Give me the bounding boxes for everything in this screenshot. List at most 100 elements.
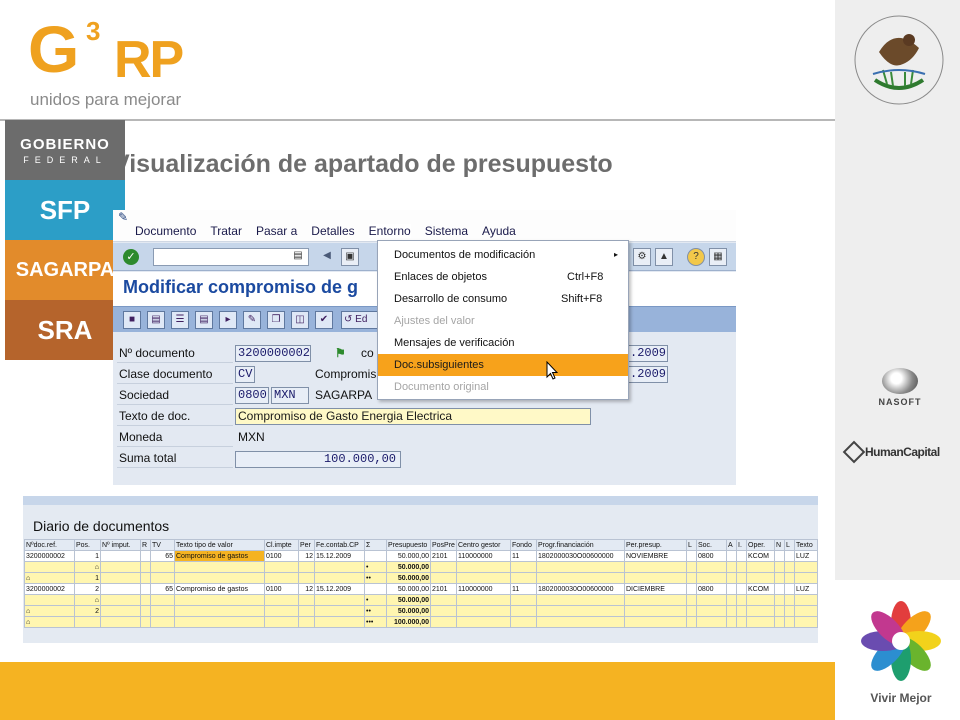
journal-subtotal-row[interactable]: ⌂ 2 •• 50.000,00 — [24, 605, 818, 617]
journal-header-cell[interactable]: Nº imput. — [100, 539, 141, 551]
journal-cell — [430, 605, 457, 617]
menu-documento[interactable]: Documento — [135, 224, 196, 238]
journal-header-cell[interactable]: Centro gestor — [456, 539, 511, 551]
journal-cell: KCOM — [746, 583, 775, 595]
menu-pasar-a[interactable]: Pasar a — [256, 224, 297, 238]
save-icon[interactable]: ▣ — [341, 248, 359, 266]
journal-header-cell[interactable]: Σ — [364, 539, 387, 551]
options-icon[interactable]: ▦ — [709, 248, 727, 266]
duplicate-icon[interactable]: ◫ — [291, 311, 309, 329]
menu-item-desarrollo-consumo[interactable]: Desarrollo de consumo Shift+F8 — [378, 288, 628, 310]
journal-header-cell[interactable]: Oper. — [746, 539, 775, 551]
sap-app-icon[interactable]: ✎ — [118, 210, 128, 224]
journal-cell — [726, 550, 737, 562]
check-doc-icon[interactable]: ✔ — [315, 311, 333, 329]
journal-data-row[interactable]: 3200000002 1 65 Compromiso de gastos 0100 12 1… — [24, 550, 818, 562]
menu-item-mensajes-verificacion[interactable]: Mensajes de verificación — [378, 332, 628, 354]
journal-header-cell[interactable]: R — [140, 539, 151, 551]
menu-detalles[interactable]: Detalles — [311, 224, 354, 238]
journal-header-cell[interactable]: Nºdoc.ref. — [24, 539, 75, 551]
edit-button[interactable]: ↺ Ed — [341, 311, 381, 329]
journal-header-cell[interactable]: Per.presup. — [624, 539, 687, 551]
journal-subtotal-row[interactable]: ⌂ 1 •• 50.000,00 — [24, 572, 818, 584]
journal-header-cell[interactable]: N — [774, 539, 785, 551]
journal-cell — [774, 572, 785, 584]
total-field: 100.000,00 — [235, 451, 401, 468]
doc-number-field[interactable]: 3200000002 — [235, 345, 311, 362]
list-icon[interactable]: ☰ — [171, 311, 189, 329]
menu-item-documentos-modificacion[interactable]: Documentos de modificación ▸ — [378, 244, 628, 266]
menu-item-doc-subsiguientes[interactable]: Doc.subsiguientes — [378, 354, 628, 376]
journal-header-cell[interactable]: A — [726, 539, 737, 551]
journal-cell — [536, 605, 625, 617]
journal-cell — [784, 605, 795, 617]
journal-cell: 1802000030O00600000 — [536, 550, 625, 562]
doc-class-field[interactable]: CV — [235, 366, 255, 383]
journal-cell: ⌂ — [74, 594, 101, 606]
menu-entorno[interactable]: Entorno — [368, 224, 411, 238]
sagarpa-band: SAGARPA — [5, 240, 125, 300]
window-icon[interactable]: ▲ — [655, 248, 673, 266]
journal-data-row[interactable]: 3200000002 2 65 Compromiso de gastos 0100 12 1… — [24, 583, 818, 595]
humancapital-logo: HumanCapital — [842, 440, 958, 464]
copy-icon[interactable]: ❐ — [267, 311, 285, 329]
enter-check-icon[interactable]: ✓ — [123, 249, 139, 265]
menu-sistema[interactable]: Sistema — [425, 224, 468, 238]
journal-cell — [456, 605, 511, 617]
journal-subtotal-row[interactable]: ⌂ • 50.000,00 — [24, 561, 818, 573]
journal-header-cell[interactable]: Fondo — [510, 539, 537, 551]
folder-icon[interactable]: ▸ — [219, 311, 237, 329]
journal-header-cell[interactable]: Fe.contab.CP — [314, 539, 365, 551]
layout-icon[interactable]: ⚙ — [633, 248, 651, 266]
journal-subtotal-row[interactable]: ⌂ ••• 100.000,00 — [24, 616, 818, 628]
journal-cell — [624, 594, 687, 606]
journal-header-cell[interactable]: L — [686, 539, 697, 551]
date-field-2[interactable]: .2009 — [627, 366, 668, 383]
journal-cell — [24, 561, 75, 573]
journal-cell — [746, 594, 775, 606]
journal-cell: DICIEMBRE — [624, 583, 687, 595]
journal-cell — [74, 616, 101, 628]
company-field[interactable]: 0800 — [235, 387, 269, 404]
journal-cell — [150, 572, 175, 584]
journal-header-cell[interactable]: Texto tipo de valor — [174, 539, 265, 551]
menu-tratar[interactable]: Tratar — [210, 224, 242, 238]
menu-ayuda[interactable]: Ayuda — [482, 224, 516, 238]
journal-cell: 0800 — [696, 550, 727, 562]
journal-subtotal-row[interactable]: ⌂ • 50.000,00 — [24, 594, 818, 606]
command-history-icon[interactable]: ▤ — [291, 248, 305, 266]
journal-header-cell[interactable]: Soc. — [696, 539, 727, 551]
journal-header-cell[interactable]: L — [784, 539, 795, 551]
journal-cell: 0100 — [264, 583, 299, 595]
journal-header-cell[interactable]: Presupuesto — [386, 539, 431, 551]
command-field[interactable] — [153, 248, 309, 266]
doc-text-field[interactable]: Compromiso de Gasto Energia Electrica — [235, 408, 591, 425]
journal-header-cell[interactable]: Pos. — [74, 539, 101, 551]
journal-cell — [140, 583, 151, 595]
journal-header-cell[interactable]: Texto — [794, 539, 818, 551]
edit-icon[interactable]: ✎ — [243, 311, 261, 329]
menu-item-enlaces-objetos[interactable]: Enlaces de objetos Ctrl+F8 — [378, 266, 628, 288]
journal-cell — [736, 561, 747, 573]
journal-cell: 12 — [298, 550, 315, 562]
date-field-1[interactable]: .2009 — [627, 345, 668, 362]
menu-item-label: Ajustes del valor — [394, 315, 475, 327]
journal-header-cell[interactable]: TV — [150, 539, 175, 551]
help-icon[interactable]: ? — [687, 248, 705, 266]
journal-cell — [686, 594, 697, 606]
journal-header-cell[interactable]: PosPre — [430, 539, 457, 551]
detail-icon[interactable]: ▤ — [195, 311, 213, 329]
journal-header-cell[interactable]: I. — [736, 539, 747, 551]
journal-cell — [140, 605, 151, 617]
print-icon[interactable]: ▤ — [147, 311, 165, 329]
journal-cell — [736, 594, 747, 606]
back-arrow-icon[interactable]: ◀ — [318, 248, 336, 266]
currency-value: MXN — [238, 430, 265, 444]
journal-cell: NOVIEMBRE — [624, 550, 687, 562]
company-currency-field[interactable]: MXN — [271, 387, 309, 404]
journal-cell — [264, 616, 299, 628]
journal-header-cell[interactable]: Progr.financiación — [536, 539, 625, 551]
journal-header-cell[interactable]: Per — [298, 539, 315, 551]
journal-header-cell[interactable]: Cl.impte — [264, 539, 299, 551]
display-doc-icon[interactable]: ■ — [123, 311, 141, 329]
